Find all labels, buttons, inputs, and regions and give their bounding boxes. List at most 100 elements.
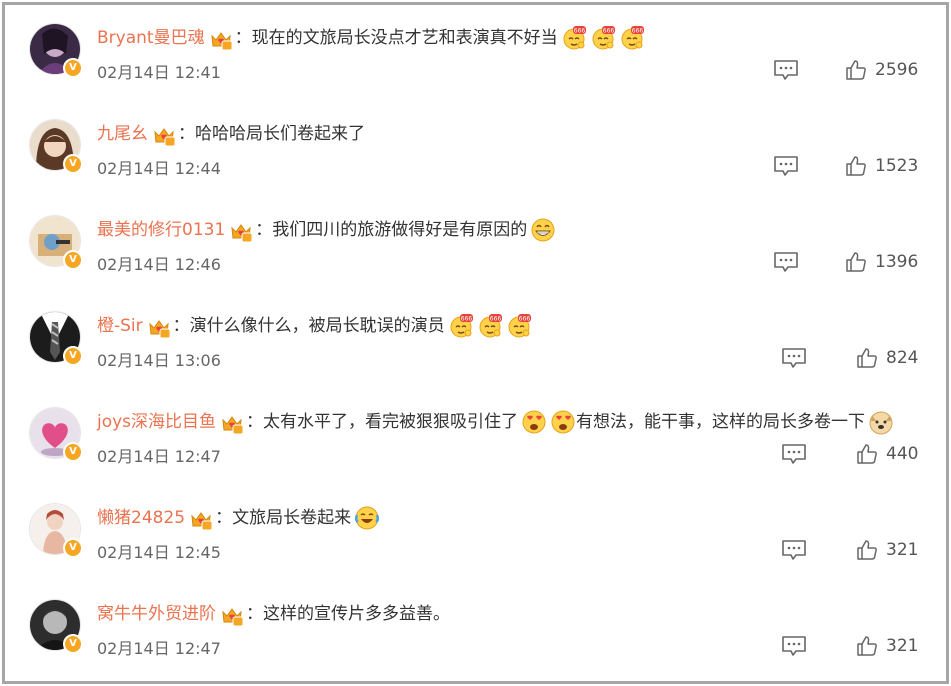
reply-comment-icon[interactable] [781, 635, 807, 657]
comment-text: ：我们四川的旅游做得好是有原因的 [255, 220, 528, 240]
comment-item: V joys深海比目鱼 ：太有水平了，看完被狠狠吸引住了 有想法，能干事，这样的… [5, 389, 946, 485]
svg-text:666: 666 [460, 316, 472, 323]
comment-text: ：这样的宣传片多多益善。 [246, 604, 450, 624]
vip-crown-icon [147, 317, 171, 339]
avatar[interactable]: V [29, 599, 83, 654]
reply-comment-icon[interactable] [773, 251, 799, 273]
verified-badge-icon: V [63, 346, 83, 366]
comment-item: V 懒猪24825 ：文旅局长卷起来 02月14日 12:45 321 [5, 485, 946, 581]
comment-time: 02月14日 12:47 [97, 447, 221, 466]
verified-badge-icon: V [63, 250, 83, 270]
thumbs-up-icon [845, 251, 875, 273]
comment-content: joys深海比目鱼 ：太有水平了，看完被狠狠吸引住了 有想法，能干事，这样的局长… [97, 407, 894, 437]
emoji-666-icon: 666 [590, 25, 616, 51]
comment-text: ：现在的文旅局长没点才艺和表演真不好当 [234, 28, 558, 48]
avatar[interactable]: V [29, 23, 83, 78]
vip-crown-icon [220, 413, 244, 435]
comment-time: 02月14日 12:44 [97, 159, 221, 178]
verified-badge-icon: V [63, 442, 83, 462]
reply-comment-icon[interactable] [773, 155, 799, 177]
reply-comment-icon[interactable] [773, 59, 799, 81]
comment-time: 02月14日 12:41 [97, 63, 221, 82]
avatar[interactable]: V [29, 215, 83, 270]
username-link[interactable]: joys深海比目鱼 [97, 407, 216, 437]
like-button[interactable]: 321 [856, 633, 918, 659]
emoji-heart-eyes-icon [521, 409, 547, 435]
username-link[interactable]: 九尾幺 [97, 119, 148, 149]
svg-text:666: 666 [518, 316, 530, 323]
thumbs-up-icon [856, 539, 886, 561]
like-button[interactable]: 440 [856, 441, 918, 467]
like-count: 824 [886, 348, 919, 368]
like-button[interactable]: 1523 [845, 153, 918, 179]
emoji-666-icon: 666 [619, 25, 645, 51]
comment-content: Bryant曼巴魂 ：现在的文旅局长没点才艺和表演真不好当 666 666 666 [97, 23, 645, 53]
like-count: 1523 [875, 156, 919, 176]
like-button[interactable]: 824 [856, 345, 918, 371]
svg-text:666: 666 [602, 28, 614, 35]
comment-text: ：演什么像什么，被局长耽误的演员 [172, 316, 445, 336]
emoji-666-icon: 666 [448, 313, 474, 339]
like-count: 440 [886, 444, 919, 464]
comment-content: 橙-Sir ：演什么像什么，被局长耽误的演员 666 666 666 [97, 311, 532, 341]
emoji-doge-icon [868, 409, 894, 435]
comment-time: 02月14日 12:45 [97, 543, 221, 562]
comment-item: V 橙-Sir ：演什么像什么，被局长耽误的演员 666 666 666 02月14… [5, 293, 946, 389]
comment-text-continued: 有想法，能干事，这样的局长多卷一下 [576, 412, 866, 432]
vip-crown-icon [220, 605, 244, 627]
comment-item: V Bryant曼巴魂 ：现在的文旅局长没点才艺和表演真不好当 666 666 66… [5, 5, 946, 101]
vip-crown-icon [209, 29, 233, 51]
like-button[interactable]: 2596 [845, 57, 918, 83]
username-link[interactable]: 窝牛牛外贸进阶 [97, 599, 216, 629]
verified-badge-icon: V [63, 538, 83, 558]
comment-text: ：太有水平了，看完被狠狠吸引住了 [246, 412, 519, 432]
comment-content: 九尾幺 ：哈哈哈局长们卷起来了 [97, 119, 365, 149]
username-link[interactable]: Bryant曼巴魂 [97, 23, 205, 53]
like-button[interactable]: 1396 [845, 249, 918, 275]
emoji-666-icon: 666 [561, 25, 587, 51]
comment-text: ：哈哈哈局长们卷起来了 [178, 124, 365, 144]
username-link[interactable]: 懒猪24825 [97, 503, 185, 533]
thumbs-up-icon [845, 59, 875, 81]
emoji-laugh-cry-icon [354, 505, 380, 531]
svg-text:666: 666 [489, 316, 501, 323]
avatar[interactable]: V [29, 407, 83, 462]
comment-item: V 九尾幺 ：哈哈哈局长们卷起来了 02月14日 12:44 1523 [5, 101, 946, 197]
thumbs-up-icon [856, 443, 886, 465]
vip-crown-icon [229, 221, 253, 243]
comment-text: ：文旅局长卷起来 [215, 508, 352, 528]
comment-content: 窝牛牛外贸进阶 ：这样的宣传片多多益善。 [97, 599, 450, 629]
thumbs-up-icon [856, 635, 886, 657]
emoji-heart-eyes-icon [550, 409, 576, 435]
verified-badge-icon: V [63, 58, 83, 78]
svg-text:666: 666 [631, 28, 643, 35]
emoji-666-icon: 666 [506, 313, 532, 339]
like-count: 2596 [875, 60, 919, 80]
username-link[interactable]: 最美的修行0131 [97, 215, 225, 245]
svg-text:666: 666 [573, 28, 585, 35]
verified-badge-icon: V [63, 634, 83, 654]
avatar[interactable]: V [29, 503, 83, 558]
comment-content: 最美的修行0131 ：我们四川的旅游做得好是有原因的 [97, 215, 556, 245]
comment-time: 02月14日 12:46 [97, 255, 221, 274]
emoji-666-icon: 666 [477, 313, 503, 339]
username-link[interactable]: 橙-Sir [97, 311, 143, 341]
comment-item: V 窝牛牛外贸进阶 ：这样的宣传片多多益善。 02月14日 12:47 321 [5, 581, 946, 677]
comment-time: 02月14日 12:47 [97, 639, 221, 658]
like-button[interactable]: 321 [856, 537, 918, 563]
emoji-grin-icon [530, 217, 556, 243]
like-count: 321 [886, 636, 919, 656]
like-count: 1396 [875, 252, 919, 272]
reply-comment-icon[interactable] [781, 539, 807, 561]
comment-item: V 最美的修行0131 ：我们四川的旅游做得好是有原因的 02月14日 12:4… [5, 197, 946, 293]
comment-content: 懒猪24825 ：文旅局长卷起来 [97, 503, 380, 533]
verified-badge-icon: V [63, 154, 83, 174]
avatar[interactable]: V [29, 311, 83, 366]
reply-comment-icon[interactable] [781, 443, 807, 465]
thumbs-up-icon [856, 347, 886, 369]
reply-comment-icon[interactable] [781, 347, 807, 369]
vip-crown-icon [152, 125, 176, 147]
like-count: 321 [886, 540, 919, 560]
avatar[interactable]: V [29, 119, 83, 174]
vip-crown-icon [189, 509, 213, 531]
